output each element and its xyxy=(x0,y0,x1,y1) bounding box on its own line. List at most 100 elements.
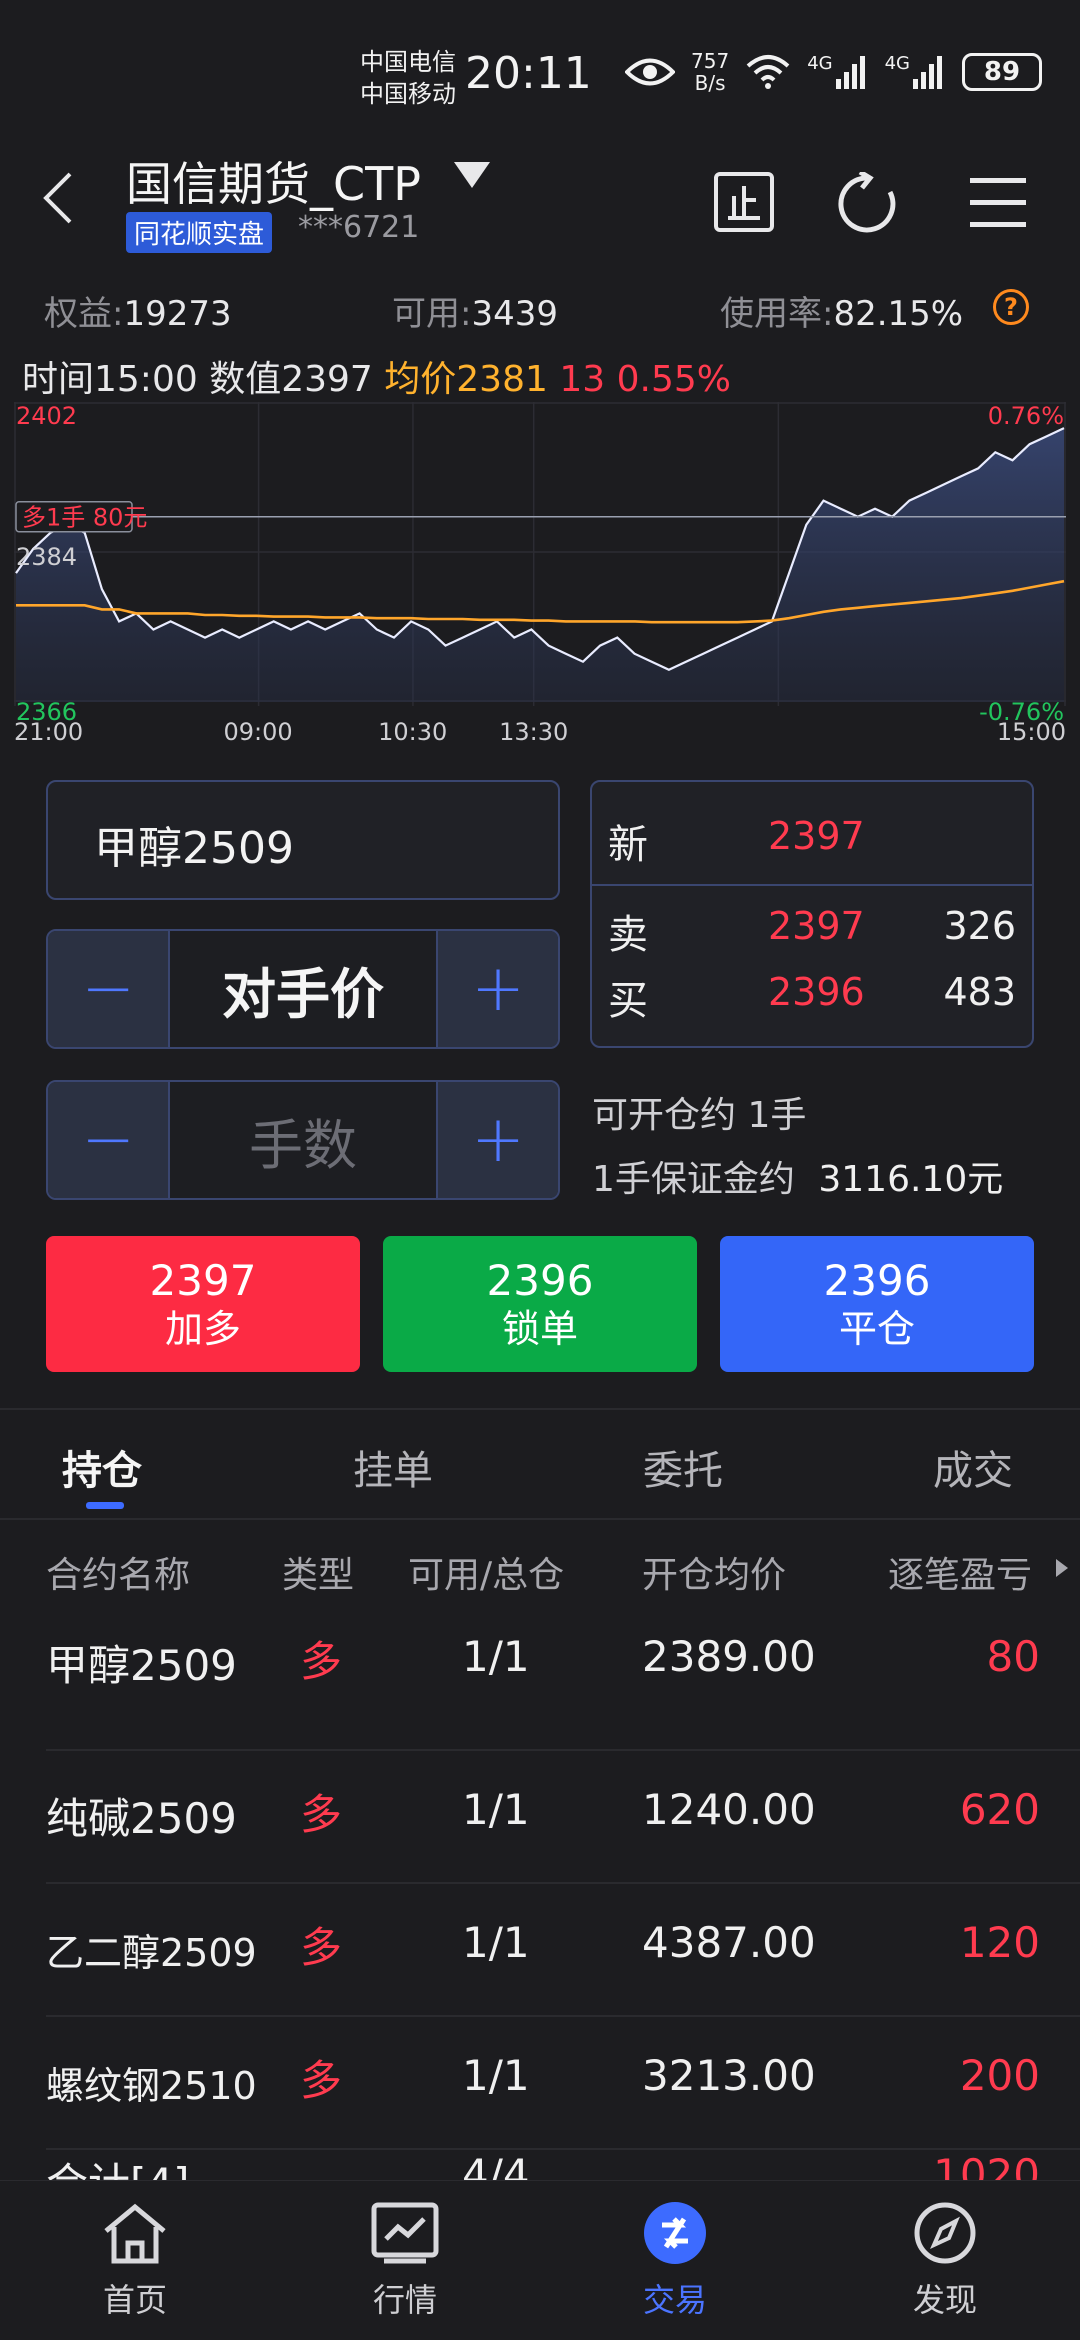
back-arrow-icon[interactable] xyxy=(40,170,76,226)
row-contract: 螺纹钢2510 xyxy=(46,2064,257,2108)
help-icon[interactable]: ? xyxy=(993,289,1029,325)
nav-discover[interactable]: 发现 xyxy=(865,2201,1025,2321)
dropdown-triangle-icon[interactable] xyxy=(452,160,492,190)
info-value: 数值2397 xyxy=(209,359,373,400)
row-contract: 甲醇2509 xyxy=(46,1641,237,1690)
col-avg-price: 开仓均价 xyxy=(642,1555,787,1596)
row-pnl: 120 xyxy=(959,1918,1040,1967)
row-avg-price: 2389.00 xyxy=(642,1632,816,1681)
tab-positions[interactable]: 持仓 xyxy=(62,1438,142,1496)
lots-plus-button[interactable]: + xyxy=(438,1082,558,1198)
account-title[interactable]: 国信期货_CTP xyxy=(126,148,421,214)
add-long-button[interactable]: 2397 加多 xyxy=(46,1236,360,1372)
table-row[interactable]: 甲醇2509 多 1/1 2389.00 80 xyxy=(0,1618,1080,1751)
buy-price: 2396 xyxy=(768,970,865,1014)
row-pnl: 620 xyxy=(959,1785,1040,1834)
close-position-button[interactable]: 2396 平仓 xyxy=(720,1236,1034,1372)
margin-value: 3116.10元 xyxy=(818,1159,1004,1200)
row-avg-price: 1240.00 xyxy=(642,1785,816,1834)
contract-selector[interactable]: 甲醇2509 xyxy=(46,780,560,900)
carrier-2: 中国移动 xyxy=(360,80,456,108)
equity-value: 19273 xyxy=(123,294,232,334)
status-bar: 中国电信 中国移动 20:11 757 B/s 4G 4G 89 xyxy=(0,0,1080,150)
x-axis-ticks: 21:00 09:00 10:30 13:30 15:00 xyxy=(14,718,1066,742)
info-time: 时间15:00 xyxy=(22,359,198,400)
new-label: 新 xyxy=(608,822,648,868)
row-avg-price: 4387.00 xyxy=(642,1918,816,1967)
signal-1: 4G xyxy=(807,55,868,89)
x-tick-label: 09:00 xyxy=(223,718,292,742)
row-qty: 1/1 xyxy=(462,1918,530,1967)
price-area xyxy=(16,428,1064,702)
menu-icon[interactable] xyxy=(970,176,1026,228)
available-value: 3439 xyxy=(471,294,558,334)
tab-pending[interactable]: 挂单 xyxy=(353,1438,433,1496)
table-row[interactable]: 螺纹钢2510 多 1/1 3213.00 200 xyxy=(0,2017,1080,2150)
nav-trade[interactable]: 交易 xyxy=(595,2201,755,2321)
row-type: 多 xyxy=(300,1637,343,1686)
home-icon xyxy=(104,2203,166,2264)
nav-market[interactable]: 行情 xyxy=(325,2201,485,2321)
wifi-icon xyxy=(746,55,790,89)
x-tick-label: 13:30 xyxy=(499,718,568,742)
lots-input[interactable]: 手数 xyxy=(168,1082,438,1198)
table-top-divider xyxy=(0,1518,1080,1520)
row-qty: 1/1 xyxy=(462,1785,530,1834)
can-open-lots: 可开仓约 1手 xyxy=(592,1095,807,1136)
info-change: 13 0.55% xyxy=(559,359,731,400)
usage-rate-value: 82.15% xyxy=(833,294,964,334)
row-qty: 1/1 xyxy=(462,2051,530,2100)
intraday-chart[interactable]: 多1手 80元 2402 2384 2366 0.76% -0.76% 21:0… xyxy=(14,402,1066,742)
price-plus-button[interactable]: + xyxy=(438,931,558,1047)
price-minus-button[interactable]: − xyxy=(48,931,168,1047)
x-tick-label: 10:30 xyxy=(378,718,447,742)
lots-minus-button[interactable]: − xyxy=(48,1082,168,1198)
carrier-1: 中国电信 xyxy=(360,48,456,76)
usage-rate: 使用率:82.15% xyxy=(720,294,964,334)
signal-2: 4G xyxy=(885,55,946,89)
stop-order-icon[interactable] xyxy=(714,172,774,232)
signal-bars-icon xyxy=(835,56,865,89)
row-contract: 乙二醇2509 xyxy=(46,1931,257,1975)
position-badge-text: 多1手 80元 xyxy=(22,504,147,532)
net-speed: 757 B/s xyxy=(691,49,730,95)
price-mode[interactable]: 对手价 xyxy=(168,931,438,1047)
col-type: 类型 xyxy=(282,1555,355,1596)
col-pnl[interactable]: 逐笔盈亏 xyxy=(888,1546,1032,1598)
x-tick-label: 15:00 xyxy=(997,718,1066,742)
scroll-right-icon[interactable] xyxy=(1054,1558,1070,1578)
tabs-divider xyxy=(0,1408,1080,1410)
refresh-icon[interactable] xyxy=(838,172,902,236)
table-row[interactable]: 纯碱2509 多 1/1 1240.00 620 xyxy=(0,1751,1080,1884)
row-pnl: 200 xyxy=(959,2051,1040,2100)
status-time: 20:11 xyxy=(465,48,592,99)
tab-trades[interactable]: 成交 xyxy=(933,1438,1013,1496)
buy-volume: 483 xyxy=(943,970,1016,1014)
broker-tag: 同花顺实盘 xyxy=(126,212,273,253)
row-contract: 纯碱2509 xyxy=(46,1794,237,1843)
tab-orders[interactable]: 委托 xyxy=(643,1438,723,1496)
account-number: ***6721 xyxy=(298,210,420,245)
position-badge: 多1手 80元 xyxy=(15,500,147,533)
bottom-nav: 首页 行情 交易 发现 xyxy=(0,2180,1080,2340)
row-type: 多 xyxy=(300,1790,343,1839)
lock-order-button[interactable]: 2396 锁单 xyxy=(383,1236,697,1372)
table-row[interactable]: 乙二醇2509 多 1/1 4387.00 120 xyxy=(0,1884,1080,2017)
equity: 权益:19273 xyxy=(44,294,232,334)
nav-home[interactable]: 首页 xyxy=(55,2201,215,2321)
quote-divider xyxy=(592,884,1032,886)
row-type: 多 xyxy=(300,2056,343,2105)
row-avg-price: 3213.00 xyxy=(642,2051,816,2100)
status-icons: 757 B/s 4G 4G 89 xyxy=(625,50,1042,94)
row-type: 多 xyxy=(300,1923,343,1972)
new-price: 2397 xyxy=(768,814,865,858)
market-chart-icon xyxy=(371,2202,439,2264)
chart-info-line: 时间15:00 数值2397 均价2381 13 0.55% xyxy=(22,350,731,402)
quote-panel: 新 2397 卖 2397 326 买 2396 483 xyxy=(590,780,1034,1048)
sell-label: 卖 xyxy=(608,912,648,958)
lots-stepper: − 手数 + xyxy=(46,1080,560,1200)
sell-price: 2397 xyxy=(768,904,865,948)
trade-icon xyxy=(644,2202,706,2264)
col-contract: 合约名称 xyxy=(46,1555,191,1596)
y-ref-label: 2384 xyxy=(16,543,77,571)
